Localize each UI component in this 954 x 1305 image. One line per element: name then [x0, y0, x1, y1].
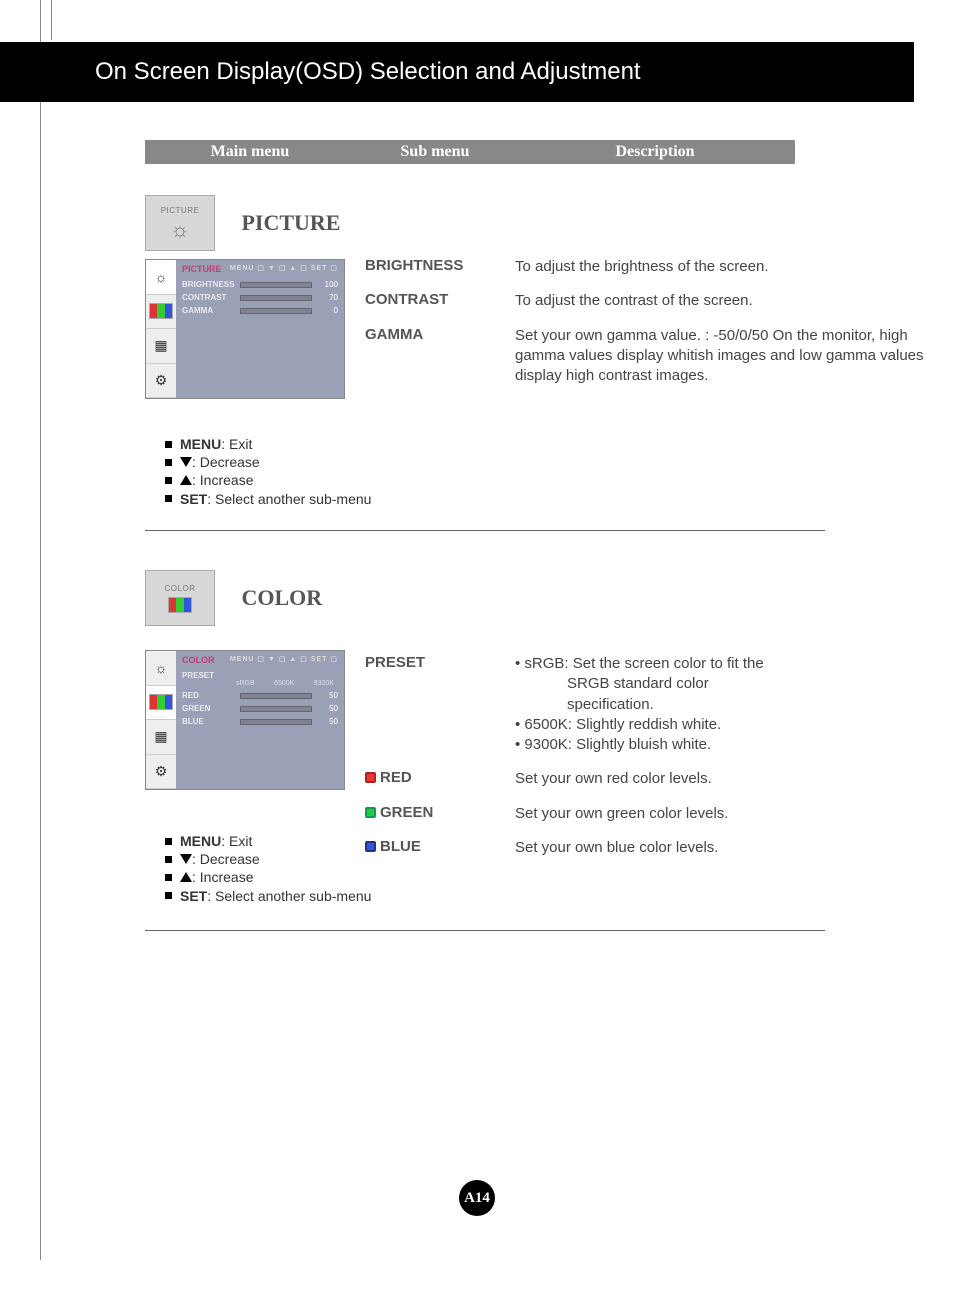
row-brightness: BRIGHTNESS To adjust the brightness of t…	[365, 257, 925, 277]
osd-header: COLOR	[182, 655, 215, 665]
page-number-badge: A14	[459, 1180, 495, 1216]
triangle-down-icon	[180, 854, 192, 864]
color-table: PRESET • sRGB: Set the screen color to f…	[365, 654, 925, 872]
page-title: On Screen Display(OSD) Selection and Adj…	[95, 58, 641, 86]
side-icon-brightness: ☼	[146, 651, 176, 686]
section-header-row: PICTURE ☼ PICTURE	[145, 195, 845, 251]
desc-preset: • sRGB: Set the screen color to fit the …	[515, 654, 925, 755]
osd-row-gamma: GAMMA 0	[182, 306, 338, 315]
color-osd-panel: ☼ ▦ ⚙ COLOR MENU ▢ ▼ ▢ ▲ ▢ SET ▢ PRESET …	[145, 650, 345, 790]
row-green: GREEN Set your own green color levels.	[365, 804, 925, 824]
col-main-menu: Main menu	[145, 143, 355, 161]
osd-row-contrast: CONTRAST 70	[182, 293, 338, 302]
picture-title: PICTURE	[241, 210, 340, 236]
osd-preset-opts: sRGB 6500K 9300K	[182, 680, 338, 691]
green-square-icon	[365, 807, 376, 818]
side-icon-color	[146, 686, 176, 721]
triangle-down-icon	[180, 457, 192, 467]
desc-blue: Set your own blue color levels.	[515, 838, 925, 858]
row-gamma: GAMMA Set your own gamma value. : -50/0/…	[365, 326, 925, 387]
side-icon-tracking: ▦	[146, 329, 176, 364]
sub-preset: PRESET	[365, 654, 515, 755]
desc-brightness: To adjust the brightness of the screen.	[515, 257, 925, 277]
color-bars-icon	[168, 597, 192, 613]
row-blue: BLUE Set your own blue color levels.	[365, 838, 925, 858]
divider-2	[145, 930, 825, 931]
brightness-icon: ☼	[170, 219, 190, 241]
side-icon-color	[146, 295, 176, 330]
picture-table: BRIGHTNESS To adjust the brightness of t…	[365, 257, 925, 400]
section-header-row: COLOR COLOR	[145, 570, 845, 626]
triangle-up-icon	[180, 475, 192, 485]
picture-icon-box: PICTURE ☼	[145, 195, 215, 251]
picture-legend: MENU : Exit : Decrease : Increase SET : …	[165, 435, 371, 508]
osd-row-red: RED 50	[182, 691, 338, 700]
row-preset: PRESET • sRGB: Set the screen color to f…	[365, 654, 925, 755]
divider-1	[145, 530, 825, 531]
color-title: COLOR	[241, 585, 322, 611]
color-icon-box: COLOR	[145, 570, 215, 626]
side-icon-setup: ⚙	[146, 364, 176, 399]
osd-main: COLOR MENU ▢ ▼ ▢ ▲ ▢ SET ▢ PRESET sRGB 6…	[176, 651, 344, 789]
osd-nav-hint: MENU ▢ ▼ ▢ ▲ ▢ SET ▢	[230, 655, 338, 665]
triangle-up-icon	[180, 872, 192, 882]
osd-side-icons: ☼ ▦ ⚙	[146, 260, 176, 398]
osd-preset-label: PRESET	[182, 671, 338, 680]
sub-contrast: CONTRAST	[365, 291, 515, 311]
col-description: Description	[515, 143, 795, 161]
osd-nav-hint: MENU ▢ ▼ ▢ ▲ ▢ SET ▢	[230, 264, 338, 274]
sub-green: GREEN	[380, 804, 433, 821]
page-number: A14	[464, 1190, 490, 1207]
side-icon-brightness: ☼	[146, 260, 176, 295]
side-icon-setup: ⚙	[146, 755, 176, 790]
desc-red: Set your own red color levels.	[515, 769, 925, 789]
row-contrast: CONTRAST To adjust the contrast of the s…	[365, 291, 925, 311]
color-legend: MENU : Exit : Decrease : Increase SET : …	[165, 832, 371, 905]
section-picture: PICTURE ☼ PICTURE ☼ ▦ ⚙ PICTURE MENU ▢ ▼…	[145, 195, 845, 399]
osd-row-blue: BLUE 50	[182, 717, 338, 726]
sub-blue: BLUE	[380, 838, 421, 855]
col-sub-menu: Sub menu	[355, 143, 515, 161]
red-square-icon	[365, 772, 376, 783]
osd-main: PICTURE MENU ▢ ▼ ▢ ▲ ▢ SET ▢ BRIGHTNESS …	[176, 260, 344, 398]
color-icon-label: COLOR	[165, 584, 196, 593]
sub-red: RED	[380, 769, 412, 786]
picture-icon-label: PICTURE	[161, 206, 200, 215]
section-color: COLOR COLOR ☼ ▦ ⚙ COLOR MENU ▢ ▼ ▢ ▲ ▢ S…	[145, 570, 845, 790]
side-icon-tracking: ▦	[146, 720, 176, 755]
column-header-row: Main menu Sub menu Description	[145, 140, 795, 164]
desc-gamma: Set your own gamma value. : -50/0/50 On …	[515, 326, 925, 387]
osd-row-brightness: BRIGHTNESS 100	[182, 280, 338, 289]
row-red: RED Set your own red color levels.	[365, 769, 925, 789]
osd-side-icons: ☼ ▦ ⚙	[146, 651, 176, 789]
desc-green: Set your own green color levels.	[515, 804, 925, 824]
osd-row-green: GREEN 50	[182, 704, 338, 713]
page-title-bar: On Screen Display(OSD) Selection and Adj…	[0, 42, 914, 102]
sub-gamma: GAMMA	[365, 326, 515, 387]
desc-contrast: To adjust the contrast of the screen.	[515, 291, 925, 311]
osd-header: PICTURE	[182, 264, 222, 274]
picture-osd-panel: ☼ ▦ ⚙ PICTURE MENU ▢ ▼ ▢ ▲ ▢ SET ▢ BRIGH…	[145, 259, 345, 399]
sub-brightness: BRIGHTNESS	[365, 257, 515, 277]
